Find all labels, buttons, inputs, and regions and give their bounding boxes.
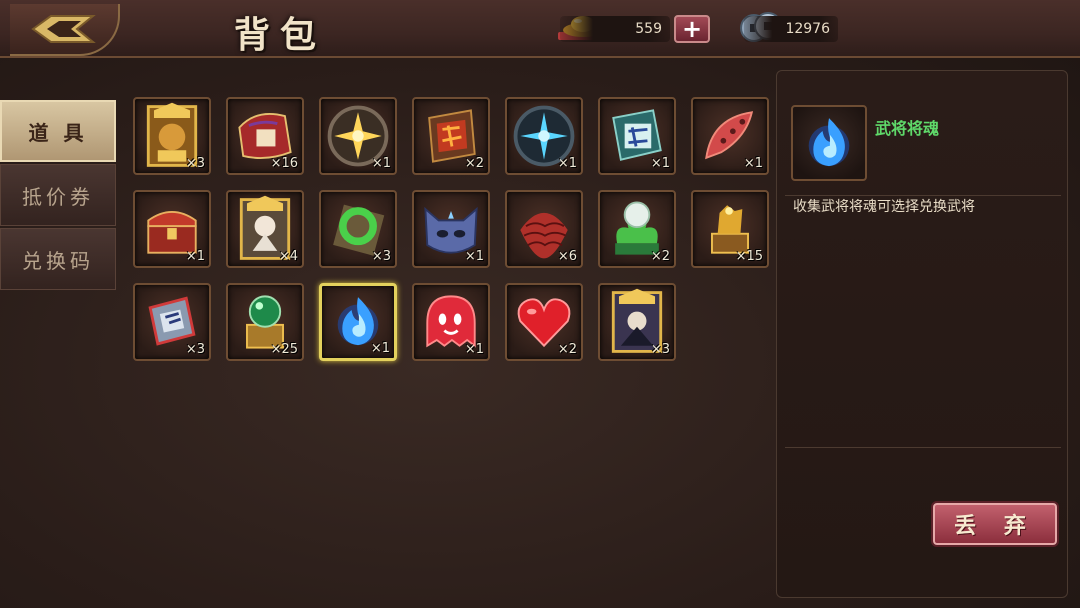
- item-name: 武将将魂: [875, 119, 940, 138]
- detail-item-icon-frame: [791, 105, 867, 181]
- divider: [785, 447, 1061, 448]
- gold-counter: 559: [560, 16, 670, 42]
- item-detail-panel: 武将将魂 收集武将将魂可选择兑换武将 丢 弃: [776, 70, 1068, 598]
- page-title: 背包: [234, 14, 327, 56]
- inventory-slot[interactable]: ×1: [319, 97, 397, 175]
- item-count: ×3: [371, 249, 391, 264]
- inventory-slot[interactable]: ×1: [133, 190, 211, 268]
- item-count: ×1: [464, 342, 484, 357]
- inventory-slot[interactable]: ×3: [133, 97, 211, 175]
- item-count: ×1: [185, 249, 205, 264]
- inventory-slot[interactable]: ×3: [319, 190, 397, 268]
- item-count: ×1: [557, 156, 577, 171]
- gold-value: 559: [635, 21, 662, 37]
- inventory-slot[interactable]: ×1: [691, 97, 769, 175]
- tab-vouchers[interactable]: 抵价券: [0, 164, 116, 226]
- item-count: ×15: [735, 249, 763, 264]
- inventory-slot[interactable]: ×1: [412, 283, 490, 361]
- item-count: ×1: [743, 156, 763, 171]
- item-count: ×1: [370, 341, 390, 356]
- inventory-slot[interactable]: ×3: [598, 283, 676, 361]
- inventory-slot[interactable]: ×2: [505, 283, 583, 361]
- inventory-slot[interactable]: ×16: [226, 97, 304, 175]
- inventory-slot[interactable]: ×1: [505, 97, 583, 175]
- tab-redeem-code[interactable]: 兑换码: [0, 228, 116, 290]
- item-count: ×4: [278, 249, 298, 264]
- item-count: ×1: [371, 156, 391, 171]
- silver-value: 12976: [785, 21, 830, 37]
- inventory-slot[interactable]: ×25: [226, 283, 304, 361]
- inventory-slot[interactable]: ×3: [133, 283, 211, 361]
- category-tabs: 道 具 抵价券 兑换码: [0, 100, 116, 292]
- inventory-slot[interactable]: ×2: [412, 97, 490, 175]
- inventory-slot[interactable]: ×2: [598, 190, 676, 268]
- silver-counter: 12976: [744, 16, 838, 42]
- item-count: ×1: [650, 156, 670, 171]
- inventory-grid: ×3 ×16 ×1 ×2 ×1 ×1 ×1 ×1 ×4 ×3 ×1 ×6 ×2 …: [133, 97, 769, 361]
- item-count: ×2: [650, 249, 670, 264]
- add-gold-button[interactable]: +: [674, 15, 710, 43]
- inventory-slot[interactable]: ×1: [598, 97, 676, 175]
- discard-button[interactable]: 丢 弃: [933, 503, 1057, 545]
- blue-soul-flame-icon: [808, 118, 850, 167]
- item-description: 收集武将将魂可选择兑换武将: [793, 199, 975, 215]
- item-count: ×3: [650, 342, 670, 357]
- item-count: ×25: [270, 342, 298, 357]
- item-count: ×6: [557, 249, 577, 264]
- inventory-slot[interactable]: ×6: [505, 190, 583, 268]
- item-count: ×2: [557, 342, 577, 357]
- back-arrow-icon: [31, 15, 96, 43]
- item-count: ×3: [185, 156, 205, 171]
- item-count: ×2: [464, 156, 484, 171]
- back-button[interactable]: [10, 4, 120, 56]
- inventory-slot[interactable]: ×15: [691, 190, 769, 268]
- inventory-slot[interactable]: ×4: [226, 190, 304, 268]
- inventory-slot-selected[interactable]: ×1: [319, 283, 397, 361]
- tab-items[interactable]: 道 具: [0, 100, 116, 162]
- inventory-slot[interactable]: ×1: [412, 190, 490, 268]
- item-count: ×1: [464, 249, 484, 264]
- item-count: ×16: [270, 156, 298, 171]
- item-count: ×3: [185, 342, 205, 357]
- divider: [785, 195, 1061, 196]
- top-bar: 背包 559 + 12976: [0, 0, 1080, 58]
